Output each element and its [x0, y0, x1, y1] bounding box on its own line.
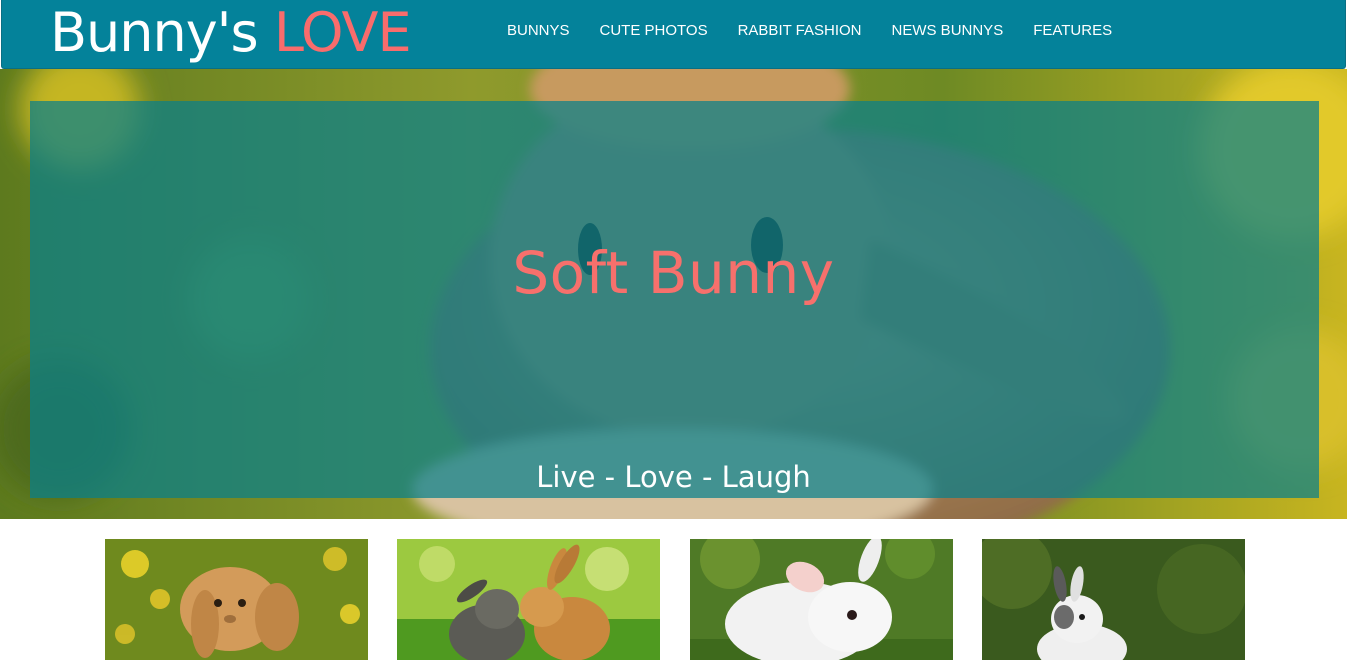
- kissing-bunnies-image: [397, 539, 660, 660]
- logo-text-bunnys: Bunny's: [50, 1, 259, 64]
- gallery-thumb-2[interactable]: [397, 539, 660, 660]
- nav-link-rabbit-fashion[interactable]: RABBIT FASHION: [723, 22, 877, 39]
- main-nav: BUNNYS CUTE PHOTOS RABBIT FASHION NEWS B…: [492, 0, 1127, 60]
- nav-link-bunnys[interactable]: BUNNYS: [492, 22, 585, 39]
- nav-link-features[interactable]: FEATURES: [1018, 22, 1127, 39]
- lop-eared-bunny-image: [105, 539, 368, 660]
- hero-banner: Soft Bunny Live - Love - Laugh: [0, 69, 1347, 519]
- gallery-thumb-1[interactable]: [105, 539, 368, 660]
- white-bunny-image: [690, 539, 953, 660]
- site-logo[interactable]: Bunny's LOVE: [50, 0, 412, 69]
- nav-link-cute-photos[interactable]: CUTE PHOTOS: [585, 22, 723, 39]
- hero-tagline: Live - Love - Laugh: [536, 460, 811, 494]
- logo-text-love: LOVE: [273, 1, 412, 64]
- spotted-bunny-image: [982, 539, 1245, 660]
- nav-link-news-bunnys[interactable]: NEWS BUNNYS: [877, 22, 1019, 39]
- top-navbar: Bunny's LOVE BUNNYS CUTE PHOTOS RABBIT F…: [1, 0, 1346, 69]
- hero-title: Soft Bunny: [512, 239, 835, 307]
- gallery-thumb-3[interactable]: [690, 539, 953, 660]
- gallery-thumb-4[interactable]: [982, 539, 1245, 660]
